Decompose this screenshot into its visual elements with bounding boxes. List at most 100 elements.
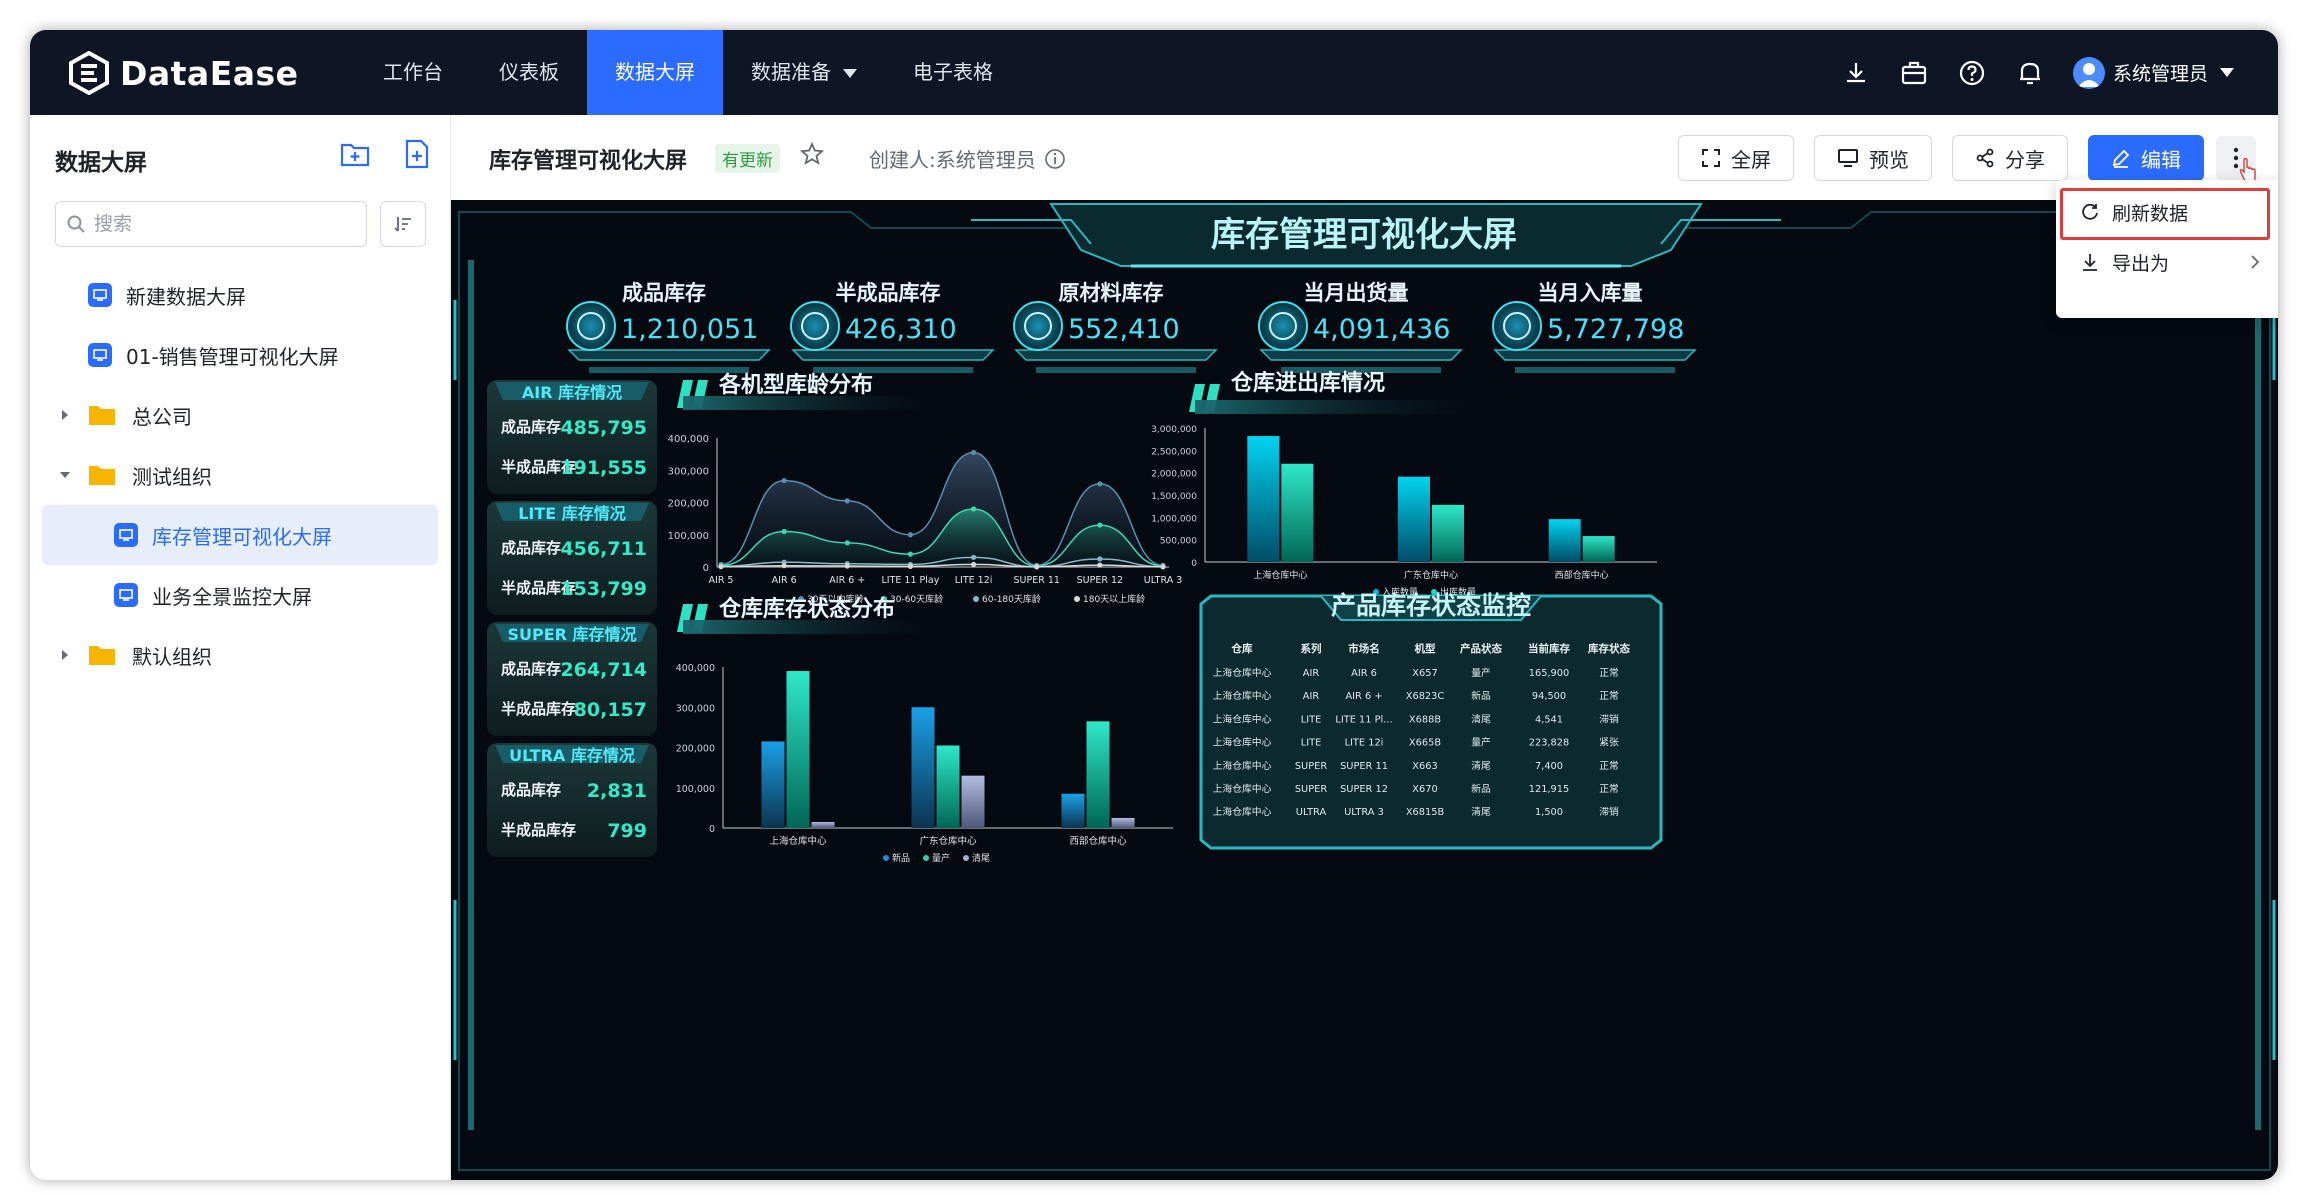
kpi-icon-ring	[1492, 301, 1542, 351]
table-cell: 上海仓库中心	[1213, 736, 1272, 749]
legend-label: 60-180天库龄	[982, 593, 1041, 605]
help-icon[interactable]	[1957, 58, 1987, 88]
app-window: DataEase 工作台 仪表板 数据大屏 数据准备 电子表格 系统管理员 数据…	[30, 30, 2278, 1180]
table-cell: AIR 6	[1351, 668, 1377, 679]
tree-item-selected[interactable]: 库存管理可视化大屏	[42, 505, 438, 565]
dataease-logo-icon	[69, 51, 109, 95]
creator-label: 创建人:系统管理员	[869, 148, 1036, 172]
tree-item-label: 库存管理可视化大屏	[152, 524, 332, 549]
status-badge: 有更新	[715, 144, 780, 173]
table-cell: 清尾	[1471, 712, 1491, 725]
tree: 新建数据大屏 01-销售管理可视化大屏 总公司 测试组织 库存管理可视化大屏 业…	[30, 265, 450, 685]
bar	[936, 745, 960, 828]
legend-label: 清尾	[972, 852, 990, 864]
star-icon[interactable]	[799, 141, 825, 171]
nav-label: 数据大屏	[615, 60, 695, 84]
table-cell: SUPER	[1295, 784, 1327, 795]
info-icon[interactable]	[1044, 148, 1066, 170]
table-cell: 7,400	[1535, 761, 1563, 772]
y-tick-label: 300,000	[668, 466, 709, 477]
tree-item[interactable]: 01-销售管理可视化大屏	[30, 325, 450, 385]
card-label: 成品库存	[501, 539, 561, 557]
edit-button[interactable]: 编辑	[2088, 135, 2204, 181]
caret-down-icon[interactable]	[56, 466, 74, 484]
kpi-label: 成品库存	[622, 281, 706, 305]
nav-workbench[interactable]: 工作台	[355, 30, 471, 115]
button-label: 全屏	[1731, 147, 1771, 172]
share-button[interactable]: 分享	[1952, 135, 2068, 181]
bar	[1398, 476, 1430, 562]
nav-spreadsheet[interactable]: 电子表格	[885, 30, 1021, 115]
bar	[1247, 436, 1280, 562]
kpi-icon-ring	[1258, 301, 1308, 351]
data-point	[1097, 522, 1103, 528]
user-menu[interactable]: 系统管理员	[2072, 56, 2234, 89]
card-value: 264,714	[560, 659, 647, 681]
y-tick-label: 0	[1191, 559, 1197, 569]
top-right-tools: 系统管理员	[1841, 30, 2278, 115]
bar	[1548, 519, 1581, 562]
tree-item[interactable]: 业务全景监控大屏	[30, 565, 450, 625]
kpi-value: 426,310	[845, 314, 957, 345]
screen-header: 库存管理可视化大屏 有更新 创建人:系统管理员 全屏 预览 分享 编辑	[451, 115, 2278, 200]
chevron-right-icon	[2251, 255, 2260, 269]
download-icon	[2083, 254, 2097, 271]
data-point	[1160, 564, 1166, 570]
y-tick-label: 200,000	[676, 744, 715, 755]
table-cell: X6823C	[1406, 691, 1445, 702]
x-tick-label: 广东仓库中心	[1404, 569, 1458, 581]
briefcase-icon[interactable]	[1899, 58, 1929, 88]
nav-dashboard[interactable]: 仪表板	[471, 30, 587, 115]
x-tick-label: ULTRA 3	[1144, 575, 1183, 586]
table-cell: 正常	[1599, 759, 1619, 772]
data-point	[1097, 481, 1103, 487]
tree-folder[interactable]: 测试组织	[30, 445, 450, 505]
preview-button[interactable]: 预览	[1814, 135, 1932, 181]
search-box[interactable]	[55, 201, 367, 247]
caret-right-icon[interactable]	[56, 406, 74, 424]
product-status-table: 产品库存状态监控 仓库 系列 市场名 机型 产品状态 当前库存 库存状态上海仓库中心 AIR A…	[1199, 591, 1663, 850]
y-tick-label: 2,500,000	[1151, 447, 1197, 457]
nav-data-prep[interactable]: 数据准备	[723, 30, 885, 115]
caret-right-icon[interactable]	[56, 646, 74, 664]
table-cell: ULTRA 3	[1344, 807, 1384, 818]
fullscreen-button[interactable]: 全屏	[1678, 135, 1794, 181]
card-value: 799	[607, 820, 647, 842]
x-tick-label: AIR 6 +	[829, 575, 865, 586]
bar	[1086, 721, 1110, 828]
table-header: 仓库	[1231, 642, 1254, 655]
app-logo[interactable]: DataEase	[68, 50, 299, 96]
search-icon	[67, 215, 85, 233]
bar	[761, 741, 785, 828]
menu-item-export[interactable]: 导出为	[2066, 238, 2278, 286]
download-icon[interactable]	[1841, 58, 1871, 88]
legend-label: 新品	[892, 852, 910, 864]
tree-item[interactable]: 新建数据大屏	[30, 265, 450, 325]
data-point	[844, 498, 850, 504]
sort-button[interactable]	[380, 201, 426, 247]
table-cell: 上海仓库中心	[1213, 805, 1272, 818]
tree-folder[interactable]: 默认组织	[30, 625, 450, 685]
kpi-label: 当月入库量	[1538, 281, 1643, 305]
x-tick-label: 上海仓库中心	[1253, 569, 1307, 581]
x-tick-label: AIR 5	[709, 575, 734, 586]
kpi-card: 半成品库存 426,310	[790, 281, 995, 373]
chevron-down-icon	[2220, 68, 2234, 77]
more-button[interactable]	[2216, 136, 2256, 183]
table-cell: LITE	[1301, 714, 1322, 725]
title-bar	[683, 620, 945, 634]
table-cell: X6815B	[1406, 807, 1445, 818]
bar	[1061, 793, 1085, 828]
kpi-card: 当月出货量 4,091,436	[1258, 281, 1463, 373]
bell-icon[interactable]	[2015, 58, 2045, 88]
new-file-icon[interactable]	[400, 137, 434, 171]
table-header: 机型	[1415, 642, 1437, 655]
kpi-card: 当月入库量 5,727,798	[1492, 281, 1697, 373]
fullscreen-icon	[1702, 149, 1720, 167]
new-folder-icon[interactable]	[338, 137, 372, 171]
nav-data-screen[interactable]: 数据大屏	[587, 30, 723, 115]
kpi-icon-ring	[790, 301, 840, 351]
tree-folder[interactable]: 总公司	[30, 385, 450, 445]
search-input[interactable]	[92, 212, 336, 236]
legend-swatch	[1074, 596, 1080, 602]
